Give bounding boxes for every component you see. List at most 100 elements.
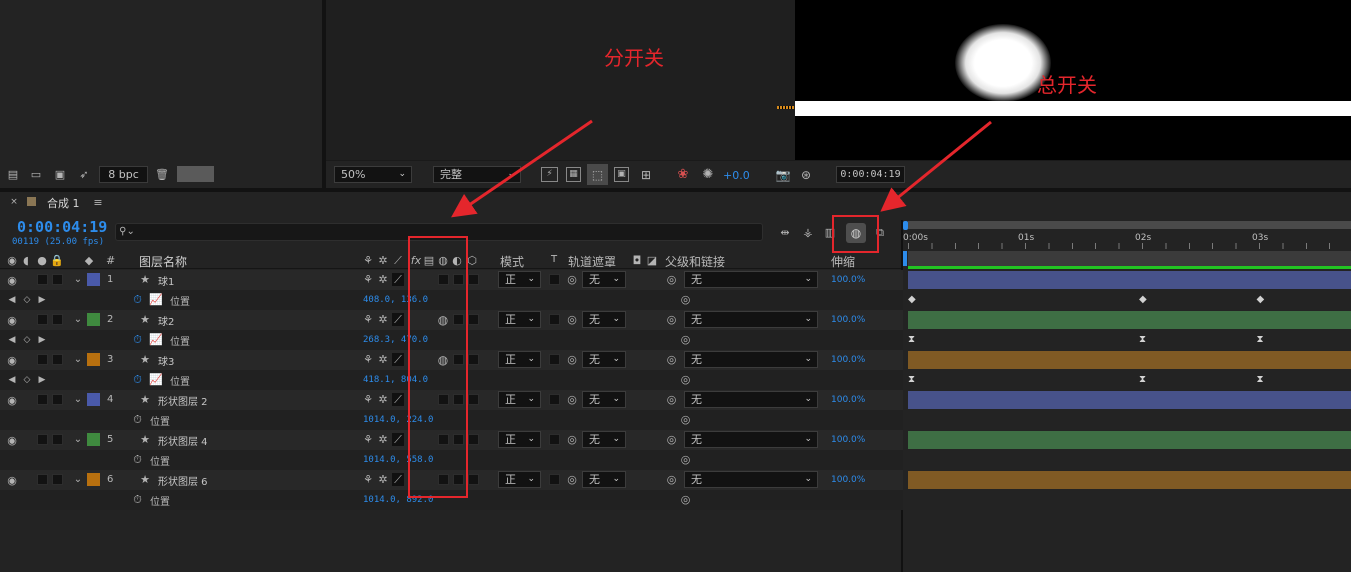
stopwatch-icon[interactable]: ⏱: [131, 493, 144, 506]
pick-whip-icon[interactable]: ◎: [679, 333, 692, 346]
layer-name[interactable]: 球3: [158, 353, 174, 368]
motion-blur-toggle[interactable]: [438, 274, 449, 285]
add-keyframe-icon[interactable]: ◇: [22, 334, 32, 346]
label-color-swatch[interactable]: [87, 353, 100, 366]
layer-name[interactable]: 球2: [158, 313, 174, 328]
shy-icon[interactable]: ⚘: [362, 433, 374, 446]
solo-toggle[interactable]: [37, 474, 48, 485]
quality-icon[interactable]: ⟋: [392, 353, 404, 366]
label-color-swatch[interactable]: [87, 393, 100, 406]
viewer-timecode[interactable]: 0:00:04:19: [836, 166, 905, 183]
collapse-icon[interactable]: ✲: [377, 393, 389, 406]
track-matte-dropdown[interactable]: 无 ⌄: [582, 471, 626, 488]
color-swatch[interactable]: [177, 166, 214, 182]
solo-toggle[interactable]: [37, 354, 48, 365]
eye-icon[interactable]: ◉: [6, 474, 18, 486]
quality-icon[interactable]: ⟋: [392, 473, 404, 486]
stopwatch-icon[interactable]: ⏱: [131, 413, 144, 426]
solo-toggle[interactable]: [37, 394, 48, 405]
3d-layer-toggle[interactable]: [468, 434, 479, 445]
lock-toggle[interactable]: [52, 354, 63, 365]
eye-icon[interactable]: ◉: [6, 314, 18, 326]
comp-tab-label[interactable]: 合成 1: [47, 195, 80, 211]
layer-duration-bar[interactable]: [908, 271, 1351, 289]
col-layer-name[interactable]: 图层名称: [139, 253, 187, 270]
bpc-button[interactable]: 8 bpc: [99, 166, 148, 183]
track-matte-dropdown[interactable]: 无 ⌄: [582, 311, 626, 328]
stretch-value[interactable]: 100.0%: [831, 275, 865, 285]
adjustment-toggle[interactable]: [453, 354, 464, 365]
guides-icon[interactable]: ⊞: [638, 167, 654, 182]
eye-icon[interactable]: ◉: [6, 394, 18, 406]
adjustment-toggle[interactable]: [453, 274, 464, 285]
label-color-swatch[interactable]: [87, 273, 100, 286]
track-matte-dropdown[interactable]: 无 ⌄: [582, 351, 626, 368]
preserve-transparency-toggle[interactable]: [549, 474, 560, 485]
solo-toggle[interactable]: [37, 314, 48, 325]
pick-whip-icon[interactable]: ◎: [679, 493, 692, 506]
layer-duration-bar[interactable]: [908, 471, 1351, 489]
layer-duration-bar[interactable]: [908, 351, 1351, 369]
3d-layer-toggle[interactable]: [468, 474, 479, 485]
3d-layer-toggle[interactable]: [468, 354, 479, 365]
pick-whip-icon[interactable]: ◎: [679, 453, 692, 466]
resolution-dropdown[interactable]: 完整 ⌄: [433, 166, 521, 183]
parent-dropdown[interactable]: 无 ⌄: [684, 471, 818, 488]
pick-whip-icon[interactable]: ◎: [679, 293, 692, 306]
pick-whip-icon[interactable]: ◎: [665, 433, 678, 446]
color-channels-icon[interactable]: ❀: [675, 167, 691, 182]
motion-blur-master-icon[interactable]: ◍: [846, 223, 866, 243]
lock-toggle[interactable]: [52, 274, 63, 285]
shy-icon[interactable]: ⚘: [362, 473, 374, 486]
chevron-down-icon[interactable]: ⌄: [72, 394, 84, 406]
mask-visibility-icon[interactable]: ▣: [614, 167, 629, 182]
solo-toggle[interactable]: [37, 274, 48, 285]
property-value[interactable]: 1014.0, 224.0: [363, 415, 433, 425]
property-value[interactable]: 418.1, 804.0: [363, 375, 428, 385]
frame-blending-icon[interactable]: ▥: [822, 225, 838, 239]
motion-blur-on-icon[interactable]: ◍: [436, 313, 450, 326]
add-keyframe-icon[interactable]: ◇: [22, 374, 32, 386]
next-keyframe-icon[interactable]: ▶: [38, 334, 46, 346]
chevron-down-icon[interactable]: ⌄: [72, 474, 84, 486]
lock-toggle[interactable]: [52, 474, 63, 485]
prev-keyframe-icon[interactable]: ◀: [8, 334, 16, 346]
quality-icon[interactable]: ⟋: [392, 313, 404, 326]
stretch-value[interactable]: 100.0%: [831, 435, 865, 445]
3d-layer-toggle[interactable]: [468, 394, 479, 405]
mode-dropdown[interactable]: 正 ⌄: [498, 471, 541, 488]
mode-dropdown[interactable]: 正 ⌄: [498, 271, 541, 288]
track-matte-dropdown[interactable]: 无 ⌄: [582, 271, 626, 288]
exposure-value[interactable]: +0.0: [723, 169, 750, 182]
add-keyframe-icon[interactable]: ◇: [22, 294, 32, 306]
col-parent[interactable]: 父级和链接: [665, 253, 725, 270]
hamburger-icon[interactable]: ≡: [93, 197, 103, 208]
parent-dropdown[interactable]: 无 ⌄: [684, 431, 818, 448]
keyframe-marker[interactable]: ⧗: [908, 375, 915, 385]
snapshot-camera-icon[interactable]: 📷: [775, 167, 791, 182]
layer-name[interactable]: 球1: [158, 273, 174, 288]
property-value[interactable]: 1014.0, 558.0: [363, 455, 433, 465]
layer-duration-bar[interactable]: [908, 391, 1351, 409]
pick-whip-icon[interactable]: ◎: [665, 313, 678, 326]
col-mode[interactable]: 模式: [500, 253, 524, 270]
eye-icon[interactable]: ◉: [6, 434, 18, 446]
current-time-display[interactable]: 0:00:04:19: [17, 218, 107, 236]
pick-whip-icon[interactable]: ◎: [679, 373, 692, 386]
parent-dropdown[interactable]: 无 ⌄: [684, 351, 818, 368]
mode-dropdown[interactable]: 正 ⌄: [498, 391, 541, 408]
playhead-handle[interactable]: [903, 221, 908, 230]
keyframe-marker[interactable]: ◆: [1139, 295, 1147, 305]
label-color-swatch[interactable]: [87, 473, 100, 486]
chevron-down-icon[interactable]: ⌄: [72, 274, 84, 286]
keyframe-marker[interactable]: ⧗: [1139, 375, 1146, 385]
collapse-icon[interactable]: ✲: [377, 273, 389, 286]
preserve-transparency-toggle[interactable]: [549, 274, 560, 285]
preserve-transparency-toggle[interactable]: [549, 314, 560, 325]
shy-icon[interactable]: ⚘: [362, 273, 374, 286]
next-keyframe-icon[interactable]: ▶: [38, 374, 46, 386]
adjustment-toggle[interactable]: [453, 394, 464, 405]
lock-toggle[interactable]: [52, 434, 63, 445]
transparency-grid-icon[interactable]: ▦: [566, 167, 581, 182]
adjustment-toggle[interactable]: [453, 434, 464, 445]
